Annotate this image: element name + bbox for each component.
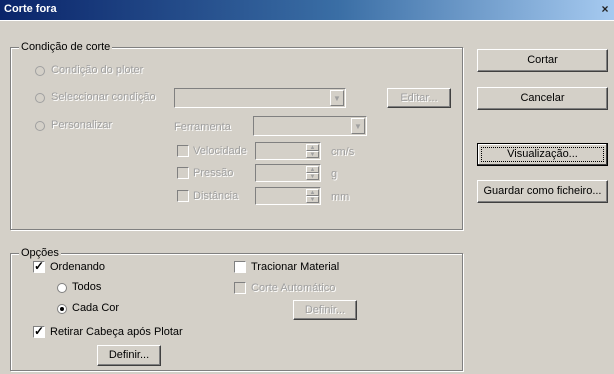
chevron-down-icon[interactable]: ▼ — [330, 90, 344, 106]
preview-button-label: Visualização... — [481, 147, 604, 162]
distance-checkbox[interactable] — [177, 190, 189, 202]
radio-each-color-label: Cada Cor — [72, 302, 120, 314]
pressure-checkbox[interactable] — [177, 167, 189, 179]
edit-button[interactable]: Editar... — [387, 88, 451, 108]
speed-spinner[interactable]: ▲ ▼ — [306, 144, 319, 158]
distance-unit: mm — [331, 191, 350, 203]
preview-button[interactable]: Visualização... — [477, 143, 608, 166]
chevron-down-icon[interactable]: ▼ — [351, 118, 365, 134]
auto-cut-checkbox[interactable] — [234, 282, 246, 294]
speed-field[interactable]: ▲ ▼ — [255, 142, 321, 160]
cut-button[interactable]: Cortar — [477, 49, 608, 72]
retract-head-checkbox[interactable]: ✓ — [33, 324, 45, 338]
pressure-unit: g — [331, 168, 338, 180]
cut-condition-group: Condição de corte Condição do ploter Sel… — [10, 41, 463, 230]
tool-label: Ferramenta — [174, 121, 231, 133]
radio-custom[interactable] — [35, 121, 45, 131]
sorting-label: Ordenando — [50, 261, 106, 273]
save-as-file-button[interactable]: Guardar como ficheiro... — [477, 180, 608, 203]
radio-select-label: Seleccionar condição — [51, 91, 156, 103]
auto-cut-label: Corte Automático — [251, 282, 336, 294]
radio-each-color[interactable] — [57, 304, 67, 314]
radio-all[interactable] — [57, 283, 67, 293]
sorting-checkbox[interactable]: ✓ — [33, 259, 45, 273]
distance-spinner[interactable]: ▲ ▼ — [306, 189, 319, 203]
radio-selected-dot — [60, 307, 64, 311]
retract-head-label: Retirar Cabeça após Plotar — [50, 326, 183, 338]
pressure-field[interactable]: ▲ ▼ — [255, 164, 321, 182]
radio-custom-label: Personalizar — [51, 119, 113, 131]
radio-select-condition[interactable] — [35, 93, 45, 103]
pressure-label: Pressão — [193, 167, 234, 179]
pressure-spinner[interactable]: ▲ ▼ — [306, 166, 319, 180]
define-auto-cut-button[interactable]: Definir... — [293, 300, 357, 320]
title-bar: Corte fora × — [0, 0, 614, 20]
window-title: Corte fora — [4, 3, 57, 15]
speed-label: Velocidade — [193, 145, 247, 157]
checkmark-icon: ✓ — [34, 324, 45, 338]
tool-dropdown[interactable]: ▼ — [253, 116, 367, 136]
speed-checkbox[interactable] — [177, 145, 189, 157]
close-icon[interactable]: × — [598, 2, 612, 16]
radio-plotter-label: Condição do ploter — [51, 64, 144, 76]
checkmark-icon: ✓ — [34, 259, 45, 273]
options-legend: Opções — [19, 247, 61, 259]
cancel-button[interactable]: Cancelar — [477, 87, 608, 110]
distance-field[interactable]: ▲ ▼ — [255, 187, 321, 205]
dialog-body: Condição de corte Condição do ploter Sel… — [0, 20, 614, 374]
tension-material-checkbox[interactable] — [234, 261, 246, 273]
tension-material-label: Tracionar Material — [251, 261, 340, 273]
radio-all-label: Todos — [72, 281, 102, 293]
define-button[interactable]: Definir... — [97, 345, 161, 366]
condition-dropdown[interactable]: ▼ — [174, 88, 346, 108]
distance-label: Distância — [193, 190, 239, 202]
speed-unit: cm/s — [331, 146, 355, 158]
options-group: Opções ✓ Ordenando Todos Cada Cor ✓ Reti… — [10, 247, 463, 371]
radio-plotter-condition[interactable] — [35, 66, 45, 76]
cut-condition-legend: Condição de corte — [19, 41, 113, 53]
